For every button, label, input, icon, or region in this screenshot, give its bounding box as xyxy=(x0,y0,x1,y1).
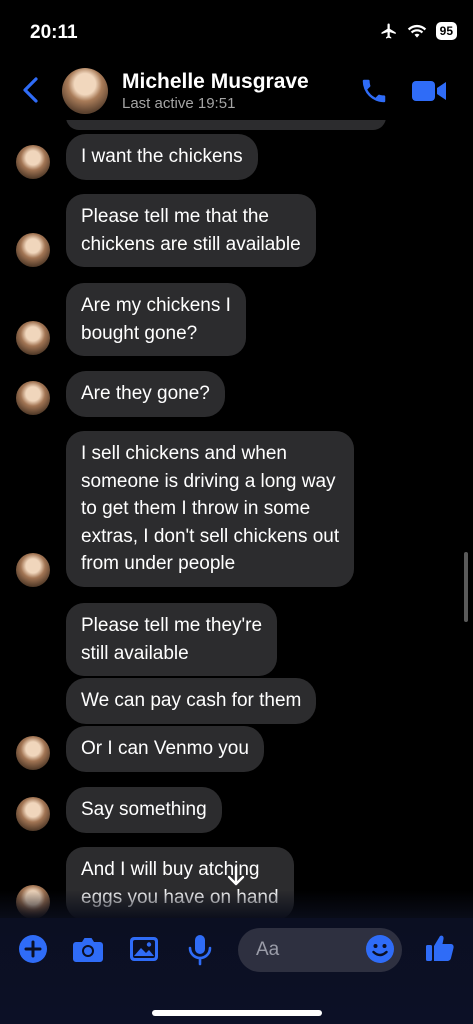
video-icon[interactable] xyxy=(411,78,447,109)
scrollbar[interactable] xyxy=(464,552,468,622)
last-active-status: Last active 19:51 xyxy=(122,95,236,112)
emoji-icon[interactable] xyxy=(365,934,395,969)
message-bubble[interactable]: Or I can Venmo you xyxy=(66,726,264,772)
conversation-header: Michelle Musgrave Last active 19:51 xyxy=(0,60,473,120)
status-time: 20:11 xyxy=(30,22,78,43)
message-line: Please tell me they're xyxy=(81,615,263,636)
arrow-down-icon[interactable] xyxy=(216,856,256,896)
microphone-icon[interactable] xyxy=(187,934,213,971)
battery-level: 95 xyxy=(435,22,457,40)
sender-avatar xyxy=(16,233,50,267)
message-line: still available xyxy=(81,642,189,664)
message-line: chickens are still available xyxy=(81,233,301,255)
plus-icon[interactable] xyxy=(18,934,48,969)
sender-avatar xyxy=(16,145,50,179)
contact-name[interactable]: Michelle Musgrave xyxy=(122,70,309,94)
sender-avatar xyxy=(16,321,50,355)
sender-avatar xyxy=(16,553,50,587)
message-line: Are they gone? xyxy=(81,383,210,404)
message-bubble[interactable]: I want the chickens xyxy=(66,134,258,180)
message-bubble-partial xyxy=(66,120,386,130)
message-bubble[interactable]: Are they gone? xyxy=(66,371,225,417)
message-bubble[interactable]: Are my chickens I bought gone? xyxy=(66,283,246,356)
message-bubble[interactable]: Say something xyxy=(66,787,222,833)
message-bubble[interactable]: Please tell me that the chickens are sti… xyxy=(66,194,316,267)
back-chevron-icon[interactable] xyxy=(20,76,42,109)
message-line: We can pay cash for them xyxy=(81,690,302,711)
message-line: Say something xyxy=(81,799,207,820)
message-line: I want the chickens xyxy=(81,146,243,167)
message-bubble[interactable]: I sell chickens and when someone is driv… xyxy=(66,431,355,587)
sender-avatar xyxy=(16,736,50,770)
message-bubble[interactable]: Please tell me they're still available xyxy=(66,603,278,676)
home-indicator[interactable] xyxy=(152,1010,322,1016)
airplane-icon xyxy=(380,22,398,40)
message-line: Or I can Venmo you xyxy=(81,738,249,759)
message-line: Please tell me that the xyxy=(81,206,269,227)
message-line: I sell chickens and when xyxy=(81,443,287,464)
sender-avatar xyxy=(16,381,50,415)
message-bubble[interactable]: We can pay cash for them xyxy=(66,678,317,724)
image-icon[interactable] xyxy=(129,934,159,969)
status-bar: 20:11 95 xyxy=(0,0,473,60)
message-line: from under people xyxy=(81,553,236,574)
phone-icon[interactable] xyxy=(359,76,389,111)
message-line: extras, I don't sell chickens out xyxy=(81,525,340,547)
message-line: bought gone? xyxy=(81,322,198,344)
camera-icon[interactable] xyxy=(72,934,104,969)
message-line: Are my chickens I xyxy=(81,295,231,316)
message-line: to get them I throw in some xyxy=(81,498,311,519)
contact-avatar[interactable] xyxy=(62,68,108,114)
composer-bar xyxy=(0,918,473,1024)
sender-avatar xyxy=(16,797,50,831)
thumbs-up-icon[interactable] xyxy=(424,932,456,969)
status-icons: 95 xyxy=(380,22,457,40)
message-list[interactable]: I want the chickens Please tell me that … xyxy=(0,120,473,920)
wifi-icon xyxy=(407,23,427,39)
message-line: someone is driving a long way xyxy=(81,470,336,492)
